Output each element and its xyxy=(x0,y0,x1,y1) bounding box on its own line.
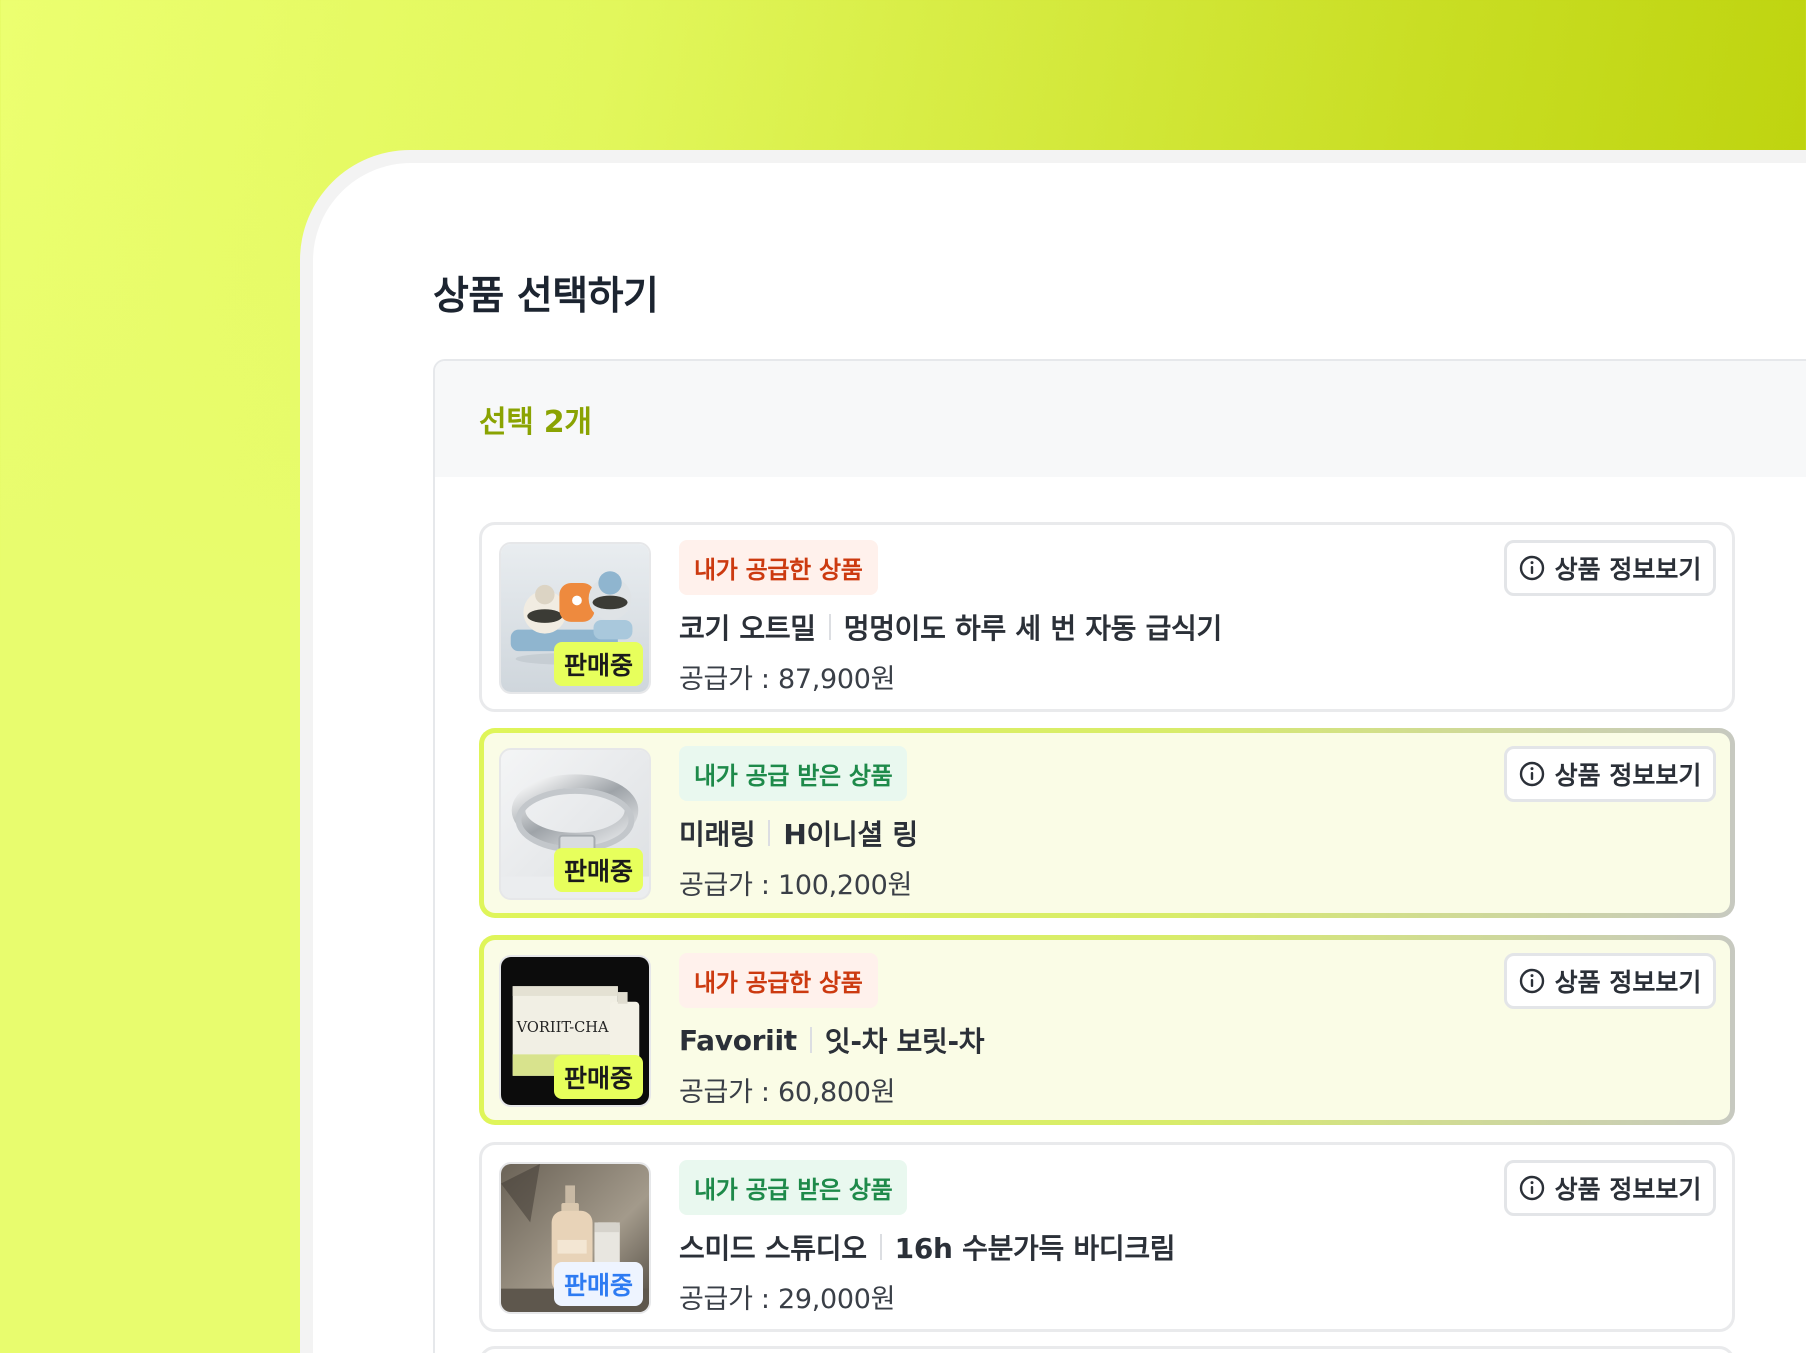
brand-name: 코기 오트밀 xyxy=(679,612,816,645)
status-badge: 판매중 xyxy=(553,1055,643,1099)
brand-name: 미래링 xyxy=(679,818,756,851)
supply-tag: 내가 공급한 상품 xyxy=(679,953,878,1008)
status-badge: 판매중 xyxy=(553,848,643,892)
info-icon xyxy=(1519,968,1545,994)
product-thumbnail: VORIIT-CHA 판매중 xyxy=(499,955,651,1107)
product-title: 미래링 H이니셜 링 xyxy=(679,813,918,853)
page-title: 상품 선택하기 xyxy=(433,274,659,319)
divider xyxy=(809,1027,812,1053)
product-info-button[interactable]: 상품 정보보기 xyxy=(1504,540,1716,596)
product-card-selected[interactable]: 판매중 내가 공급 받은 상품 미래링 H이니셜 링 공급가 : 100,200… xyxy=(479,728,1735,918)
product-name: H이니셜 링 xyxy=(783,818,918,851)
tea-box-label: VORIIT-CHA xyxy=(516,1019,609,1036)
info-button-label: 상품 정보보기 xyxy=(1554,968,1702,997)
product-thumbnail: 판매중 xyxy=(499,542,651,694)
product-card-selected[interactable]: VORIIT-CHA 판매중 내가 공급한 상품 Favoriit 잇-차 보릿… xyxy=(479,935,1735,1125)
product-card-partial[interactable] xyxy=(479,1346,1735,1353)
info-icon xyxy=(1519,1175,1545,1201)
info-icon xyxy=(1519,761,1545,787)
product-name: 잇-차 보릿-차 xyxy=(824,1025,985,1058)
supply-price: 공급가 : 60,800원 xyxy=(679,1077,896,1108)
product-title: 코기 오트밀 멍멍이도 하루 세 번 자동 급식기 xyxy=(679,607,1222,647)
product-name: 16h 수분가득 바디크림 xyxy=(894,1232,1176,1265)
supply-price: 공급가 : 87,900원 xyxy=(679,664,896,695)
product-card[interactable]: 판매중 내가 공급한 상품 코기 오트밀 멍멍이도 하루 세 번 자동 급식기 … xyxy=(479,522,1735,712)
selection-count: 선택 2개 xyxy=(479,405,592,440)
divider xyxy=(768,820,771,846)
product-title: 스미드 스튜디오 16h 수분가득 바디크림 xyxy=(679,1227,1176,1267)
supply-tag: 내가 공급 받은 상품 xyxy=(679,746,908,801)
status-badge: 판매중 xyxy=(553,642,643,686)
product-info-button[interactable]: 상품 정보보기 xyxy=(1504,1160,1716,1216)
brand-name: 스미드 스튜디오 xyxy=(679,1232,867,1265)
product-info-button[interactable]: 상품 정보보기 xyxy=(1504,953,1716,1009)
brand-name: Favoriit xyxy=(679,1023,797,1057)
info-button-label: 상품 정보보기 xyxy=(1554,1175,1702,1204)
status-badge: 판매중 xyxy=(553,1262,643,1306)
supply-price: 공급가 : 29,000원 xyxy=(679,1284,896,1315)
info-button-label: 상품 정보보기 xyxy=(1554,761,1702,790)
product-card[interactable]: 판매중 내가 공급 받은 상품 스미드 스튜디오 16h 수분가득 바디크림 공… xyxy=(479,1142,1735,1332)
product-thumbnail: 판매중 xyxy=(499,748,651,900)
supply-tag: 내가 공급 받은 상품 xyxy=(679,1160,908,1215)
divider xyxy=(879,1234,882,1260)
product-info-button[interactable]: 상품 정보보기 xyxy=(1504,746,1716,802)
product-name: 멍멍이도 하루 세 번 자동 급식기 xyxy=(843,612,1223,645)
list-header: 선택 2개 xyxy=(435,361,1806,477)
info-icon xyxy=(1519,555,1545,581)
info-button-label: 상품 정보보기 xyxy=(1554,555,1702,584)
supply-tag: 내가 공급한 상품 xyxy=(679,540,878,595)
divider xyxy=(828,614,831,640)
supply-price: 공급가 : 100,200원 xyxy=(679,870,913,901)
product-thumbnail: 판매중 xyxy=(499,1162,651,1314)
product-title: Favoriit 잇-차 보릿-차 xyxy=(679,1020,985,1060)
product-list: 선택 2개 판매중 내가 공급한 상품 코기 오트밀 멍멍이도 하루 세 번 자… xyxy=(433,359,1806,1353)
